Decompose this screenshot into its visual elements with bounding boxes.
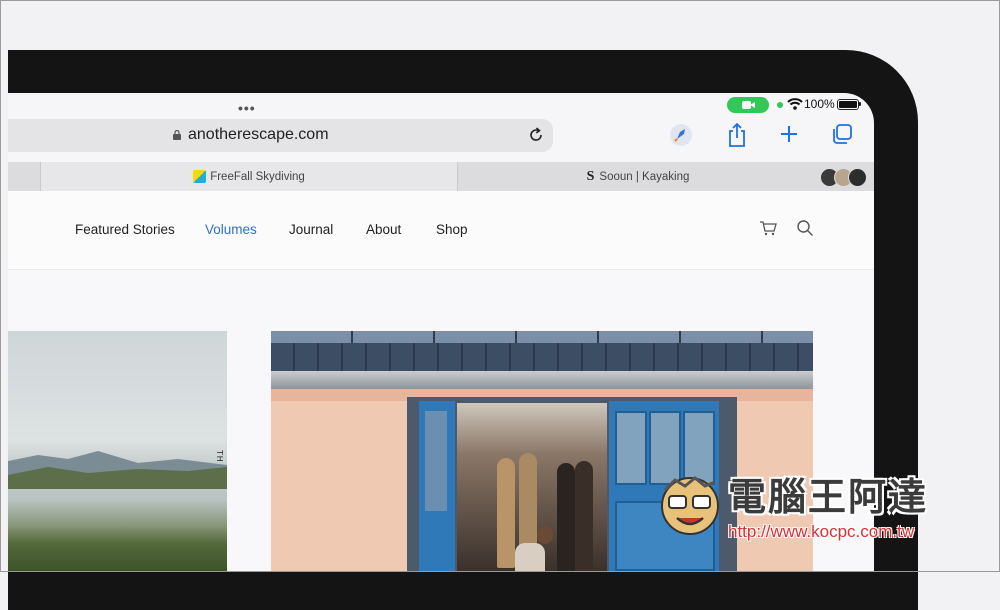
battery-icon — [837, 99, 861, 110]
share-icon[interactable] — [726, 122, 748, 148]
tab-title: FreeFall Skydiving — [210, 170, 305, 183]
tab-strip: FreeFall Skydiving S Sooun | Kayaking — [8, 162, 874, 191]
site-navigation: Featured Stories Volumes Journal About S… — [8, 191, 874, 270]
tab-title: Sooun | Kayaking — [599, 170, 690, 183]
mascot-face-icon — [661, 476, 719, 535]
freefall-favicon-icon — [193, 170, 207, 183]
lock-icon — [173, 130, 181, 140]
battery-percentage: 100% — [804, 97, 835, 111]
avatar — [848, 168, 867, 187]
wifi-icon — [787, 98, 803, 110]
watermark-url: http://www.kocpc.com.tw — [728, 522, 915, 541]
search-icon[interactable] — [796, 219, 814, 237]
nav-volumes[interactable]: Volumes — [205, 222, 257, 237]
watermark: 電腦王阿達 http://www.kocpc.com.tw — [655, 458, 960, 553]
nav-about[interactable]: About — [366, 222, 401, 237]
watermark-title: 電腦王阿達 — [728, 477, 929, 519]
mountain-landscape-image[interactable] — [8, 331, 227, 572]
nav-shop[interactable]: Shop — [436, 222, 468, 237]
tab-overview-icon[interactable] — [831, 123, 853, 145]
multitasking-dots[interactable]: ••• — [238, 100, 256, 116]
vertical-caption: TH — [215, 450, 224, 463]
tab-freefall[interactable]: FreeFall Skydiving — [40, 162, 458, 191]
shared-tab-group-avatars[interactable] — [820, 168, 870, 187]
cart-icon[interactable] — [759, 220, 777, 236]
address-bar[interactable]: anotherescape.com — [8, 119, 553, 152]
new-tab-icon[interactable] — [779, 124, 799, 144]
tab-sooun[interactable]: S Sooun | Kayaking — [458, 162, 818, 191]
sooun-favicon-icon: S — [586, 168, 595, 184]
facetime-indicator[interactable] — [727, 97, 769, 113]
url-text[interactable]: anotherescape.com — [188, 126, 329, 144]
reload-icon[interactable] — [527, 126, 545, 144]
nav-featured-stories[interactable]: Featured Stories — [75, 222, 175, 237]
nav-journal[interactable]: Journal — [289, 222, 333, 237]
camera-in-use-dot — [777, 102, 783, 108]
extension-rocket-icon[interactable] — [670, 124, 692, 146]
